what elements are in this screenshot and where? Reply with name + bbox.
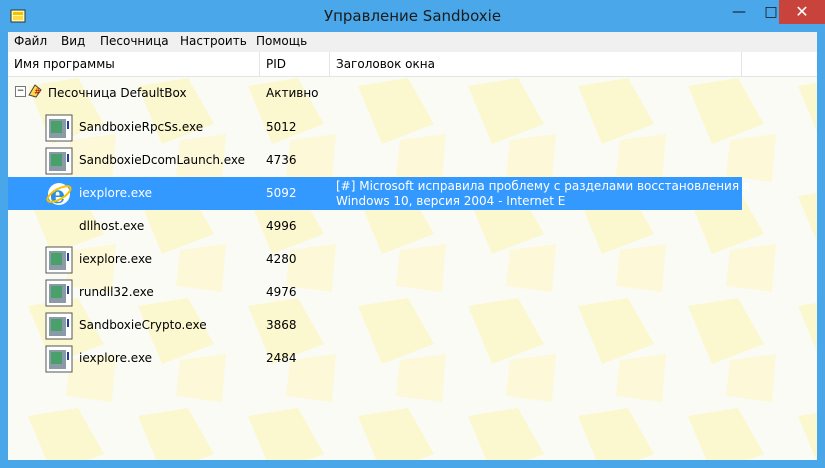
table-row[interactable]: SandboxieDcomLaunch.exe 4736 <box>8 144 742 177</box>
minimize-button[interactable]: — <box>722 0 756 24</box>
column-header-name[interactable]: Имя программы <box>14 57 115 71</box>
generic-exe-icon <box>45 312 73 340</box>
table-row[interactable]: SandboxieRpcSs.exe 5012 <box>8 111 742 144</box>
process-window-title-line2: Windows 10, версия 2004 - Internet E <box>336 194 566 208</box>
process-name: iexplore.exe <box>79 252 153 266</box>
sandbox-icon: # <box>28 84 42 98</box>
menu-sandbox[interactable]: Песочница <box>100 34 169 48</box>
process-pid: 4996 <box>266 219 297 233</box>
process-list[interactable]: Имя программы PID Заголовок окна − # Пес… <box>8 52 817 460</box>
process-name: dllhost.exe <box>79 219 145 233</box>
process-pid: 2484 <box>266 351 297 365</box>
generic-exe-icon <box>45 246 73 274</box>
menu-configure[interactable]: Настроить <box>180 34 247 48</box>
process-pid: 4280 <box>266 252 297 266</box>
column-divider[interactable] <box>259 52 260 76</box>
sandboxie-window: Управление Sandboxie — □ ✕ Файл Вид Песо… <box>0 0 825 468</box>
window-title: Управление Sandboxie <box>323 7 502 25</box>
process-name: iexplore.exe <box>79 186 153 200</box>
generic-exe-icon <box>45 147 73 175</box>
generic-exe-icon <box>45 114 73 142</box>
sandbox-status: Активно <box>266 86 319 100</box>
svg-text:#: # <box>34 87 41 96</box>
process-name: SandboxieRpcSs.exe <box>79 120 204 134</box>
menu-help[interactable]: Помощь <box>256 34 307 48</box>
sandbox-row[interactable]: − # Песочница DefaultBox Активно <box>8 79 742 112</box>
column-divider[interactable] <box>329 52 330 76</box>
process-pid: 4976 <box>266 285 297 299</box>
table-row[interactable]: iexplore.exe 2484 <box>8 342 742 375</box>
column-header-pid[interactable]: PID <box>266 57 286 71</box>
process-pid: 5092 <box>266 186 297 200</box>
column-divider[interactable] <box>741 52 742 76</box>
title-bar[interactable]: Управление Sandboxie — □ ✕ <box>0 0 825 32</box>
generic-exe-icon <box>45 279 73 307</box>
process-pid: 5012 <box>266 120 297 134</box>
generic-exe-icon <box>45 345 73 373</box>
close-button[interactable]: ✕ <box>779 0 825 24</box>
table-row-selected[interactable]: e iexplore.exe 5092 [#] Microsoft исправ… <box>8 177 750 210</box>
process-name: SandboxieCrypto.exe <box>79 318 207 332</box>
table-row[interactable]: dllhost.exe 4996 <box>8 210 742 243</box>
svg-text:e: e <box>50 180 65 208</box>
menu-file[interactable]: Файл <box>14 34 47 48</box>
table-row[interactable]: SandboxieCrypto.exe 3868 <box>8 309 742 342</box>
process-name: rundll32.exe <box>79 285 154 299</box>
menu-view[interactable]: Вид <box>61 34 85 48</box>
table-row[interactable]: rundll32.exe 4976 <box>8 276 742 309</box>
column-header-window-title[interactable]: Заголовок окна <box>336 57 435 71</box>
internet-explorer-icon: e <box>46 180 72 208</box>
table-row[interactable]: iexplore.exe 4280 <box>8 243 742 276</box>
list-header: Имя программы PID Заголовок окна <box>8 52 817 77</box>
process-name: SandboxieDcomLaunch.exe <box>79 153 246 167</box>
collapse-toggle[interactable]: − <box>15 86 26 97</box>
process-pid: 3868 <box>266 318 297 332</box>
menu-bar: Файл Вид Песочница Настроить Помощь <box>8 32 817 52</box>
process-pid: 4736 <box>266 153 297 167</box>
process-window-title-line1: [#] Microsoft исправила проблему с разде… <box>336 179 750 193</box>
sandbox-name: Песочница DefaultBox <box>48 86 187 100</box>
process-name: iexplore.exe <box>79 351 153 365</box>
